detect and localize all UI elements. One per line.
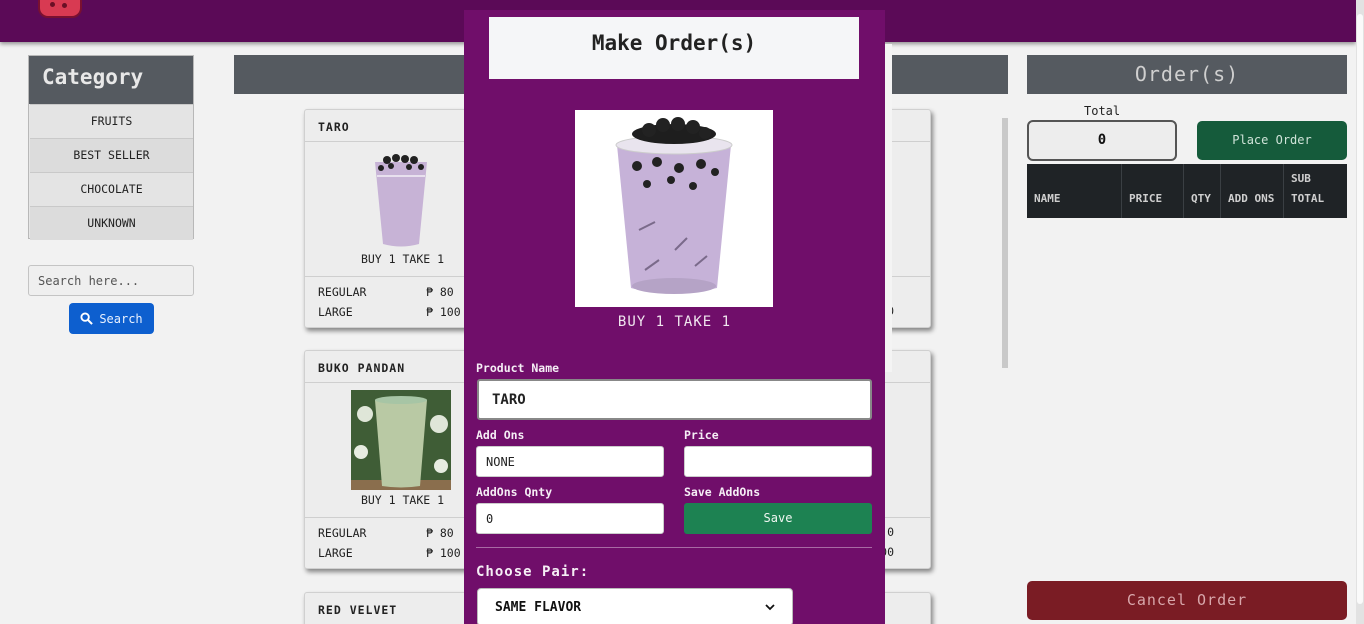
chevron-down-icon: [765, 603, 775, 610]
col-add-ons: ADD ONS: [1221, 164, 1284, 218]
cancel-order-button[interactable]: Cancel Order: [1027, 581, 1347, 620]
addons-qty-label: AddOns Qnty: [476, 485, 553, 499]
search-button[interactable]: Search: [69, 303, 154, 334]
choose-pair-value: SAME FLAVOR: [495, 599, 582, 615]
addons-qty-field[interactable]: 0: [476, 503, 664, 534]
products-scrollbar[interactable]: [1002, 118, 1008, 368]
partial-price-text: 0: [887, 525, 894, 539]
add-ons-label: Add Ons: [476, 428, 525, 442]
modal-scrollbar[interactable]: [885, 44, 892, 372]
price-field[interactable]: [684, 446, 872, 477]
page-scrollbar[interactable]: [1356, 0, 1364, 624]
add-ons-field[interactable]: NONE: [476, 446, 664, 477]
size-label: LARGE: [318, 546, 353, 560]
taro-drink-image: [375, 154, 427, 247]
col-name: NAME: [1027, 164, 1122, 218]
buko-pandan-drink-image: [351, 390, 451, 490]
make-order-modal: Make Order(s) BUY 1 TAKE 1 Product Name …: [464, 10, 885, 624]
divider: [476, 547, 872, 548]
size-price: ₱ 80: [426, 285, 454, 299]
place-order-button[interactable]: Place Order: [1197, 121, 1347, 160]
orders-table-header: NAME PRICE QTY ADD ONS SUB TOTAL: [1027, 164, 1347, 218]
col-sub-total: SUB TOTAL: [1291, 172, 1325, 205]
total-label: Total: [1084, 104, 1121, 118]
product-name-label: Product Name: [476, 361, 560, 375]
save-addons-button[interactable]: Save: [684, 503, 872, 534]
modal-title: Make Order(s): [489, 17, 859, 79]
size-label: REGULAR: [318, 285, 367, 299]
choose-pair-select[interactable]: SAME FLAVOR: [477, 588, 793, 624]
size-price: ₱ 100: [426, 305, 461, 319]
category-item-fruits[interactable]: FRUITS: [30, 104, 193, 138]
save-addons-label: Save AddOns: [684, 485, 761, 499]
category-item-best-seller[interactable]: BEST SELLER: [30, 138, 193, 172]
category-title: Category: [29, 56, 193, 104]
modal-image-label: BUY 1 TAKE 1: [617, 314, 732, 330]
category-item-unknown[interactable]: UNKNOWN: [30, 206, 193, 240]
total-value: 0: [1027, 120, 1177, 161]
search-button-label: Search: [99, 311, 143, 326]
category-panel: Category FRUITS BEST SELLER CHOCOLATE UN…: [28, 55, 194, 240]
size-label: REGULAR: [318, 526, 367, 540]
page-scrollbar-thumb[interactable]: [1357, 14, 1363, 604]
orders-title: Order(s): [1027, 55, 1347, 94]
size-price: ₱ 100: [426, 546, 461, 560]
milk-tea-logo-icon: [38, 0, 82, 18]
col-qty: QTY: [1184, 164, 1221, 218]
price-label: Price: [684, 428, 719, 442]
size-price: ₱ 80: [426, 526, 454, 540]
search-icon: [80, 312, 94, 325]
category-item-chocolate[interactable]: CHOCOLATE: [30, 172, 193, 206]
search-input[interactable]: [28, 265, 194, 296]
size-label: LARGE: [318, 305, 353, 319]
taro-drink-image: [575, 110, 773, 307]
choose-pair-label: Choose Pair:: [476, 564, 590, 580]
col-price: PRICE: [1122, 164, 1184, 218]
product-name-field[interactable]: TARO: [477, 379, 872, 420]
